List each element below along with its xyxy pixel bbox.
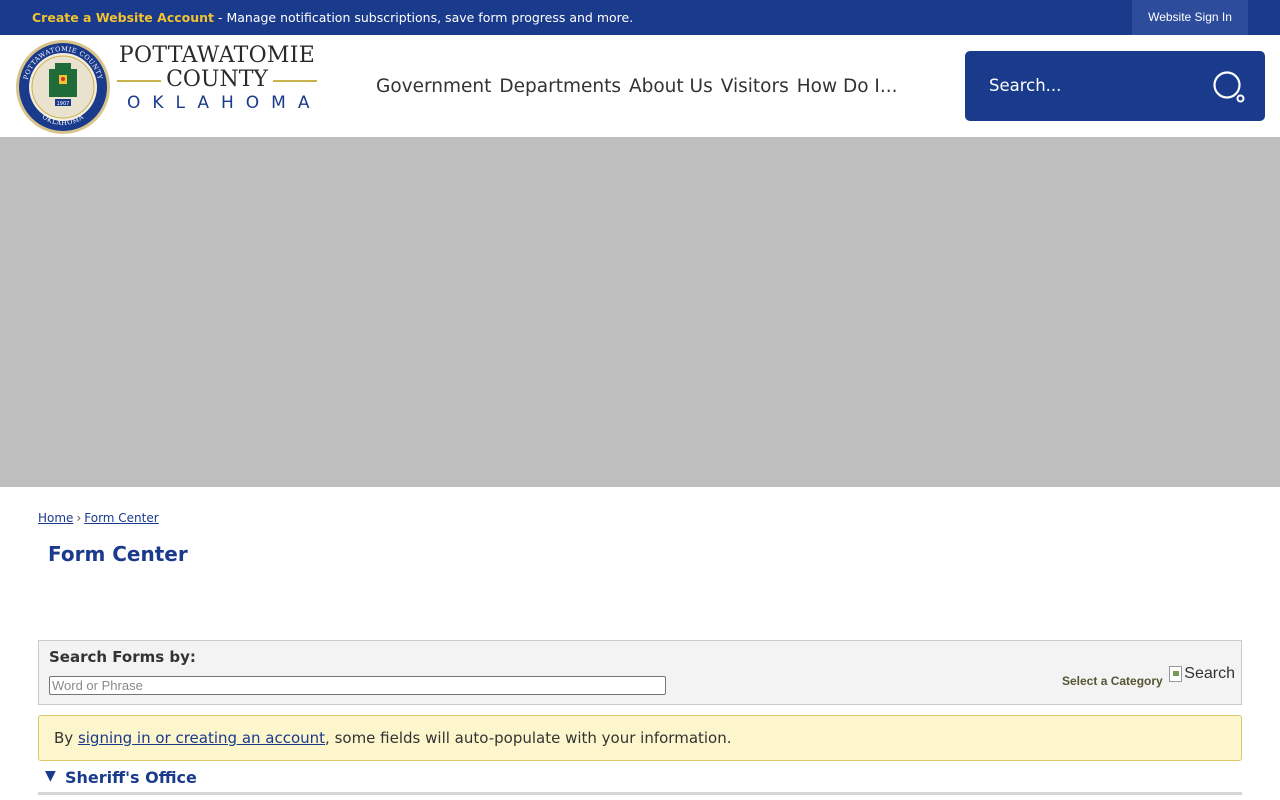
site-header: 1907 POTTAWATOMIE COUNTY OKLAHOMA POTTAW… (0, 35, 1280, 137)
hero-banner (0, 137, 1280, 487)
notice-text: By signing in or creating an account, so… (54, 716, 732, 760)
logo-line-3: OKLAHOMA (127, 93, 322, 113)
breadcrumb: Home › Form Center (38, 511, 159, 525)
logo-line-1: POTTAWATOMIE (118, 43, 316, 68)
main-navigation: Government Departments About Us Visitors… (376, 35, 906, 137)
category-section-sheriffs-office[interactable]: ▼ Sheriff's Office (38, 765, 1242, 795)
nav-how-do-i[interactable]: How Do I... (797, 76, 898, 97)
nav-about-us[interactable]: About Us (629, 76, 713, 97)
collapse-arrow-icon[interactable]: ▼ (45, 768, 56, 784)
breadcrumb-current-link[interactable]: Form Center (84, 511, 158, 525)
section-title[interactable]: Sheriff's Office (65, 768, 197, 787)
broken-image-icon (1169, 666, 1183, 682)
account-message-text: - Manage notification subscriptions, sav… (214, 10, 634, 25)
sign-in-create-account-link[interactable]: signing in or creating an account (78, 729, 325, 747)
autopopulate-notice: By signing in or creating an account, so… (38, 715, 1242, 761)
nav-government[interactable]: Government (376, 76, 491, 97)
county-seal-icon: 1907 POTTAWATOMIE COUNTY OKLAHOMA (16, 40, 110, 134)
top-notification-bar: Create a Website Account - Manage notifi… (0, 0, 1280, 35)
select-category-link[interactable]: Select a Category (1062, 674, 1163, 688)
nav-visitors[interactable]: Visitors (721, 76, 789, 97)
search-forms-label: Search Forms by: (49, 648, 196, 666)
notice-suffix: , some fields will auto-populate with yo… (325, 729, 732, 747)
search-forms-panel: Search Forms by: Select a Category Searc… (38, 640, 1242, 705)
search-forms-button-alt: Search (1184, 665, 1235, 682)
county-logo[interactable]: 1907 POTTAWATOMIE COUNTY OKLAHOMA POTTAW… (15, 37, 320, 135)
site-search-placeholder: Search... (989, 76, 1062, 95)
create-account-link[interactable]: Create a Website Account (32, 10, 214, 25)
search-forms-button[interactable]: Search (1169, 663, 1235, 685)
seal-year: 1907 (57, 101, 70, 107)
breadcrumb-home-link[interactable]: Home (38, 511, 73, 525)
notice-prefix: By (54, 729, 78, 747)
search-icon[interactable] (1212, 70, 1246, 104)
search-forms-input[interactable] (49, 676, 666, 695)
logo-line-2: COUNTY (117, 69, 317, 91)
page-title: Form Center (48, 542, 188, 566)
website-sign-in-button[interactable]: Website Sign In (1132, 0, 1248, 35)
nav-departments[interactable]: Departments (499, 76, 621, 97)
logo-wordmark: POTTAWATOMIE COUNTY OKLAHOMA (117, 43, 317, 115)
site-search-input[interactable]: Search... (965, 51, 1265, 121)
account-message: Create a Website Account - Manage notifi… (32, 0, 633, 35)
breadcrumb-separator: › (76, 511, 82, 525)
